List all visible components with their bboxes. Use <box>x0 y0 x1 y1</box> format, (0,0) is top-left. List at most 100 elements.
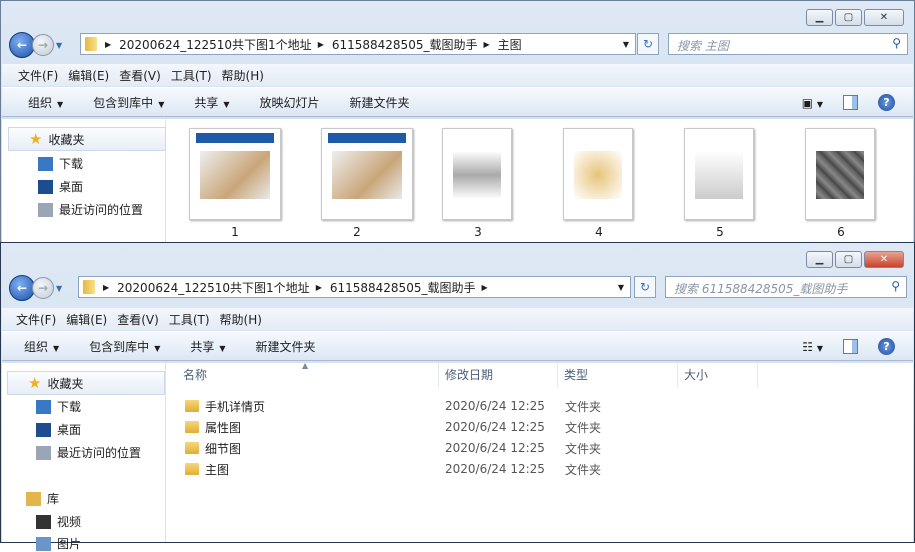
close-button[interactable]: ✕ <box>864 251 904 268</box>
minimize-button[interactable]: ▁ <box>806 251 833 268</box>
column-name[interactable]: 名称 ▲ <box>177 361 439 387</box>
sidebar-item-downloads[interactable]: 下载 <box>38 155 83 172</box>
content-area: ★ 收藏夹 下载 桌面 最近访问的位置 库 视频 图片 名称 ▲ 修改日期 类型 大… <box>2 361 913 551</box>
search-input[interactable]: 搜索 611588428505_载图助手 ⚲ <box>665 276 907 298</box>
file-row[interactable]: 手机详情页 2020/6/24 12:25 文件夹 <box>185 396 601 416</box>
menu-file[interactable]: 文件(F) <box>16 311 56 328</box>
download-icon <box>36 399 51 414</box>
sidebar-item-recent[interactable]: 最近访问的位置 <box>38 201 143 218</box>
breadcrumb-3[interactable]: 主图 <box>498 36 522 53</box>
folder-icon <box>83 280 95 294</box>
folder-icon <box>185 400 199 412</box>
search-input[interactable]: 搜索 主图 ⚲ <box>668 33 908 55</box>
menu-file[interactable]: 文件(F) <box>18 67 58 84</box>
menu-help[interactable]: 帮助(H) <box>220 311 262 328</box>
address-dropdown[interactable]: ▼ <box>618 283 624 292</box>
preview-pane-button[interactable] <box>843 339 858 354</box>
thumbnail-label[interactable]: 2 <box>311 225 403 239</box>
column-type[interactable]: 类型 <box>558 363 678 387</box>
search-icon[interactable]: ⚲ <box>892 36 901 50</box>
share-button[interactable]: 共享 ▼ <box>190 338 225 355</box>
desktop-icon <box>36 422 51 437</box>
help-icon[interactable]: ? <box>878 94 895 111</box>
breadcrumb-1[interactable]: 20200624_122510共下图1个地址 <box>117 279 310 296</box>
sidebar-favorites[interactable]: ★ 收藏夹 <box>7 371 165 395</box>
download-icon <box>38 156 53 171</box>
address-bar[interactable]: ▶ 20200624_122510共下图1个地址 ▶ 611588428505_载… <box>78 276 631 298</box>
help-icon[interactable]: ? <box>878 338 895 355</box>
menu-edit[interactable]: 编辑(E) <box>66 311 107 328</box>
star-icon: ★ <box>29 130 43 148</box>
thumbnail-3[interactable] <box>442 128 512 220</box>
menu-edit[interactable]: 编辑(E) <box>68 67 109 84</box>
explorer-window-product: ▁ ▢ ✕ ← → ▼ ▶ 20200624_122510共下图1个地址 ▶ 611588… <box>0 242 915 551</box>
organize-button[interactable]: 组织 ▼ <box>28 94 63 111</box>
new-folder-button[interactable]: 新建文件夹 <box>256 338 316 355</box>
address-bar[interactable]: ▶ 20200624_122510共下图1个地址 ▶ 611588428505_载… <box>80 33 636 55</box>
thumbnail-2[interactable] <box>321 128 413 220</box>
share-button[interactable]: 共享 ▼ <box>194 94 229 111</box>
address-dropdown[interactable]: ▼ <box>623 40 629 49</box>
thumbnail-1[interactable] <box>189 128 281 220</box>
maximize-button[interactable]: ▢ <box>835 251 862 268</box>
thumbnail-label[interactable]: 1 <box>189 225 281 239</box>
thumbnail-label[interactable]: 3 <box>432 225 524 239</box>
view-options-button[interactable]: ▣ ▼ <box>802 96 823 110</box>
sidebar-item-downloads[interactable]: 下载 <box>36 398 81 415</box>
sidebar-item-desktop[interactable]: 桌面 <box>38 178 83 195</box>
refresh-button[interactable]: ↻ <box>634 276 656 298</box>
maximize-button[interactable]: ▢ <box>835 9 862 26</box>
new-folder-button[interactable]: 新建文件夹 <box>350 94 410 111</box>
recent-pages-dropdown[interactable]: ▼ <box>56 41 62 50</box>
thumbnail-4[interactable] <box>563 128 633 220</box>
include-in-library-button[interactable]: 包含到库中 ▼ <box>89 338 160 355</box>
organize-button[interactable]: 组织 ▼ <box>24 338 59 355</box>
breadcrumb-1[interactable]: 20200624_122510共下图1个地址 <box>119 36 312 53</box>
video-icon <box>36 514 51 529</box>
column-size[interactable]: 大小 <box>678 363 758 387</box>
thumbnail-6[interactable] <box>805 128 875 220</box>
menu-tools[interactable]: 工具(T) <box>171 67 212 84</box>
sidebar-item-recent[interactable]: 最近访问的位置 <box>36 444 141 461</box>
command-bar: 组织 ▼ 包含到库中 ▼ 共享 ▼ 新建文件夹 ☷ ▼? <box>2 331 913 361</box>
minimize-button[interactable]: ▁ <box>806 9 833 26</box>
recent-pages-dropdown[interactable]: ▼ <box>56 284 62 293</box>
sidebar-libraries[interactable]: 库 <box>26 490 59 507</box>
library-icon <box>26 491 41 506</box>
slideshow-button[interactable]: 放映幻灯片 <box>260 94 320 111</box>
sidebar-item-desktop[interactable]: 桌面 <box>36 421 81 438</box>
column-date-modified[interactable]: 修改日期 <box>439 363 558 387</box>
forward-button[interactable]: → <box>32 34 54 56</box>
breadcrumb-2[interactable]: 611588428505_载图助手 <box>330 279 476 296</box>
view-options-button[interactable]: ☷ ▼ <box>802 340 823 354</box>
file-row[interactable]: 属性图 2020/6/24 12:25 文件夹 <box>185 417 601 437</box>
folder-icon <box>185 421 199 433</box>
content-area: ★ 收藏夹 下载 桌面 最近访问的位置 1 2 3 4 5 6 <box>2 119 913 243</box>
pictures-icon <box>36 536 51 551</box>
sidebar-item-videos[interactable]: 视频 <box>36 513 81 530</box>
thumbnail-label[interactable]: 5 <box>674 225 766 239</box>
thumbnail-5[interactable] <box>684 128 754 220</box>
breadcrumb-2[interactable]: 611588428505_载图助手 <box>332 36 478 53</box>
sidebar-favorites[interactable]: ★ 收藏夹 <box>8 127 166 151</box>
menu-tools[interactable]: 工具(T) <box>169 311 210 328</box>
folder-icon <box>185 463 199 475</box>
forward-button[interactable]: → <box>32 277 54 299</box>
menu-view[interactable]: 查看(V) <box>119 67 161 84</box>
close-button[interactable]: ✕ <box>864 9 904 26</box>
star-icon: ★ <box>28 374 42 392</box>
search-icon[interactable]: ⚲ <box>891 279 900 293</box>
thumbnail-label[interactable]: 6 <box>795 225 887 239</box>
menu-view[interactable]: 查看(V) <box>117 311 159 328</box>
menu-bar: 文件(F) 编辑(E) 查看(V) 工具(T) 帮助(H) <box>2 308 913 330</box>
file-row[interactable]: 主图 2020/6/24 12:25 文件夹 <box>185 459 601 479</box>
navigation-pane: ★ 收藏夹 下载 桌面 最近访问的位置 <box>2 119 166 243</box>
include-in-library-button[interactable]: 包含到库中 ▼ <box>93 94 164 111</box>
refresh-button[interactable]: ↻ <box>637 33 659 55</box>
file-row[interactable]: 细节图 2020/6/24 12:25 文件夹 <box>185 438 601 458</box>
recent-places-icon <box>36 445 51 460</box>
preview-pane-button[interactable] <box>843 95 858 110</box>
menu-help[interactable]: 帮助(H) <box>222 67 264 84</box>
thumbnail-label[interactable]: 4 <box>553 225 645 239</box>
sidebar-item-pictures[interactable]: 图片 <box>36 535 81 552</box>
